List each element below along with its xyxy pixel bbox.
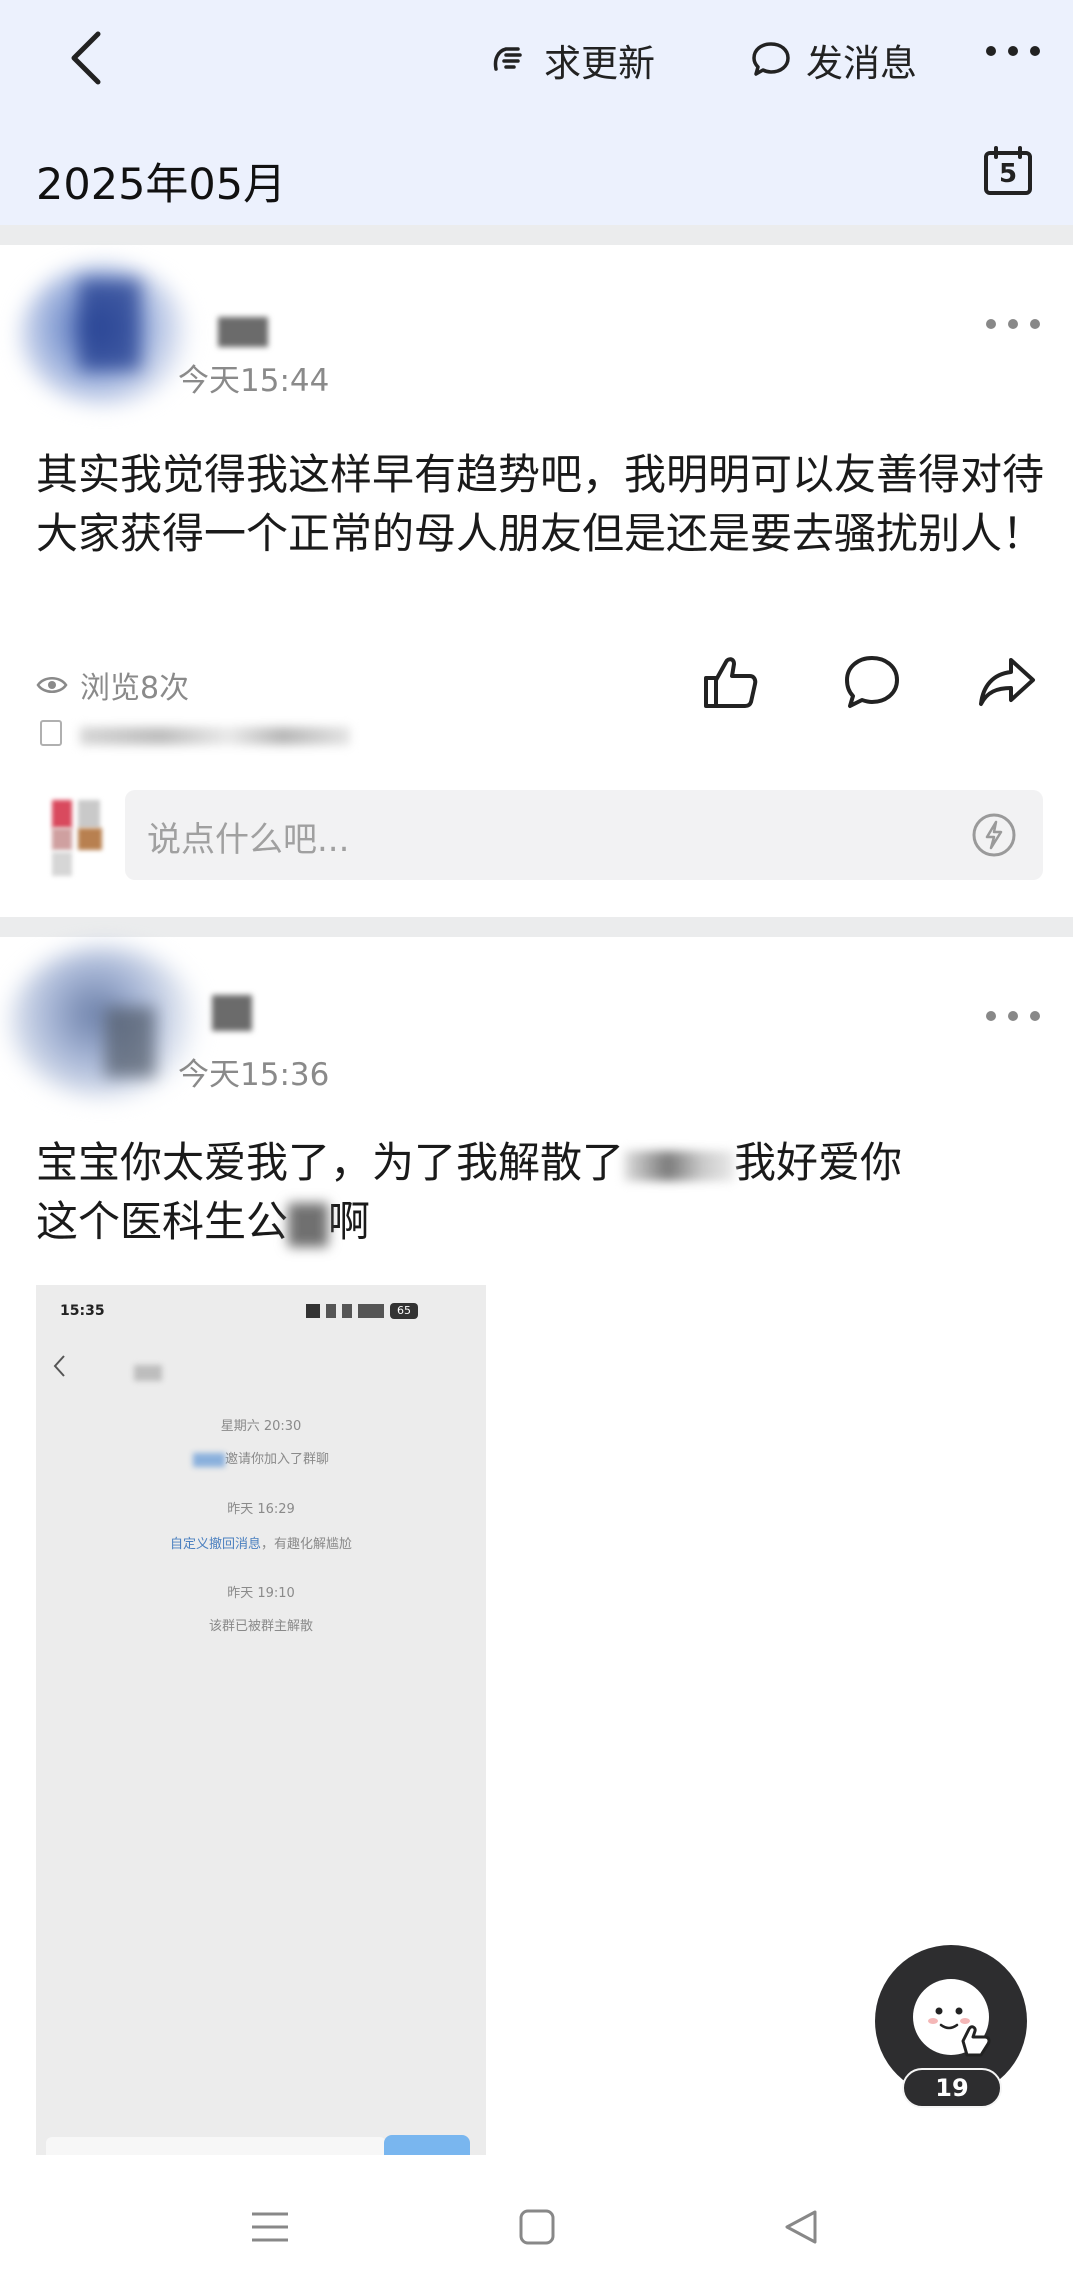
timestamp: 昨天 16:29: [227, 1502, 295, 1517]
post-more-icon[interactable]: [985, 317, 1041, 331]
notification-badge: 19: [902, 2068, 1002, 2108]
timestamp: 昨天 19:10: [227, 1586, 295, 1601]
post-more-icon[interactable]: [985, 1009, 1041, 1023]
comment-icon[interactable]: [840, 650, 904, 714]
post-image[interactable]: 15:35 65 星期六 20:30 邀请你加入了群聊 昨天 16:29 自定义…: [36, 1285, 486, 2155]
view-count: 浏览8次: [36, 663, 189, 707]
censored-text: [288, 1202, 329, 1247]
post-text-line1: 宝宝你太爱我了，为了我解散了: [36, 1138, 625, 1187]
battery-level: 65: [390, 1303, 418, 1319]
recall-link: 自定义撤回消息: [169, 1537, 261, 1552]
month-label: 2025年05月: [36, 160, 287, 210]
hand-point-icon: [493, 47, 522, 71]
username[interactable]: [212, 995, 252, 1031]
system-message: 邀请你加入了群聊: [36, 1448, 486, 1467]
post-text-line2: 这个医科生公: [36, 1197, 289, 1246]
home-icon[interactable]: [518, 2208, 556, 2246]
my-avatar: [52, 800, 108, 880]
comment-placeholder: 说点什么吧...: [147, 820, 350, 860]
send-message-label: 发消息: [806, 42, 917, 85]
share-icon[interactable]: [975, 650, 1039, 714]
divider: [0, 917, 1073, 937]
post-text: 宝宝你太爱我了，为了我解散了 我好爱你 这个医科生公啊: [36, 1133, 1046, 1251]
system-message: 自定义撤回消息，有趣化解尴尬: [36, 1533, 486, 1552]
invite-message: 邀请你加入了群聊: [224, 1452, 329, 1467]
input-bar: [46, 2137, 386, 2155]
send-message-button[interactable]: 发消息: [750, 32, 917, 88]
post-time: 今天15:36: [178, 1057, 330, 1093]
calendar-button[interactable]: 5: [982, 145, 1034, 197]
recent-apps-icon[interactable]: [250, 2210, 290, 2244]
username[interactable]: [218, 317, 268, 347]
nav-back-icon[interactable]: [782, 2208, 820, 2246]
divider: [0, 225, 1073, 245]
calendar-day: 5: [998, 159, 1018, 189]
post-text-line1-tail: 我好爱你: [734, 1138, 903, 1187]
tag-icon: [40, 720, 62, 746]
recall-message: ，有趣化解尴尬: [261, 1537, 353, 1552]
request-update-button[interactable]: 求更新: [488, 32, 655, 88]
status-icons: 65: [306, 1303, 436, 1319]
eye-icon: [36, 677, 68, 693]
post-text: 其实我觉得我这样早有趋势吧，我明明可以友善得对待大家获得一个正常的母人朋友但是还…: [36, 450, 1045, 558]
post-card: 今天15:44 其实我觉得我这样早有趋势吧，我明明可以友善得对待大家获得一个正常…: [0, 245, 1073, 920]
post-text-line2-tail: 啊: [328, 1197, 371, 1246]
quick-reply-icon[interactable]: [969, 810, 1019, 860]
dissolved-message: 该群已被群主解散: [208, 1619, 313, 1634]
back-arrow-icon[interactable]: [62, 28, 112, 88]
request-update-label: 求更新: [544, 42, 655, 85]
view-count-text: 浏览8次: [80, 671, 190, 706]
timestamp: 星期六 20:30: [220, 1419, 302, 1434]
status-time: 15:35: [60, 1303, 105, 1319]
system-nav-bar: [0, 2170, 1073, 2281]
blurred-tag-text: [80, 727, 350, 745]
like-icon[interactable]: [698, 650, 762, 714]
comment-input[interactable]: 说点什么吧...: [125, 790, 1043, 880]
post-time: 今天15:44: [178, 363, 330, 399]
more-options-icon[interactable]: [985, 44, 1041, 58]
back-arrow-icon: [53, 1355, 65, 1377]
blurred-name: [192, 1452, 225, 1467]
chat-title-blur: [134, 1365, 162, 1381]
send-button: [384, 2135, 470, 2155]
censored-text: [624, 1150, 735, 1181]
header-bar: 求更新 发消息 2025年05月 5: [0, 0, 1073, 225]
chat-bubble-icon: [752, 42, 790, 76]
